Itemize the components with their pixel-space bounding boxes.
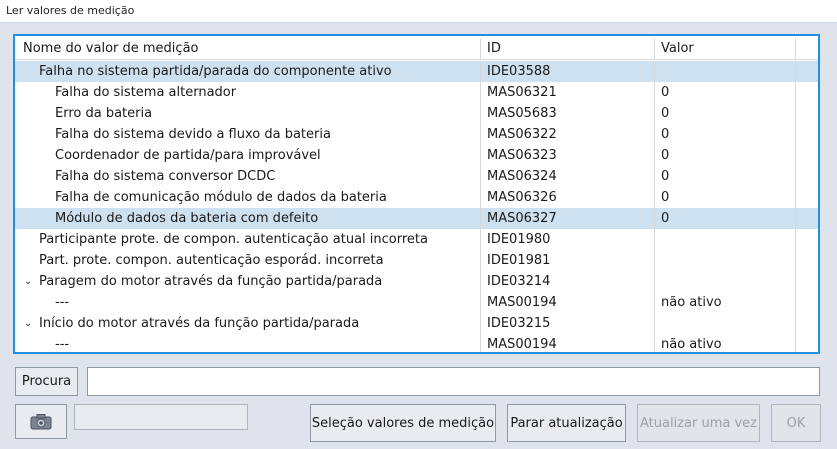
row-id: IDE03588 [481, 61, 655, 82]
table-row[interactable]: Part. prote. compon. autenticação esporá… [15, 250, 818, 271]
row-name: Falha do sistema conversor DCDC [55, 169, 276, 184]
column-header-id[interactable]: ID [481, 38, 655, 59]
table-row[interactable]: Falha de comunicação módulo de dados da … [15, 187, 818, 208]
row-name: Paragem do motor através da função parti… [39, 274, 383, 289]
table-row[interactable]: Módulo de dados da bateria com defeito M… [15, 208, 818, 229]
row-id: MAS06321 [481, 82, 655, 103]
row-name: Coordenador de partida/para improvável [55, 148, 321, 163]
column-header-value[interactable]: Valor [655, 38, 796, 59]
column-header-filler [796, 38, 818, 59]
chevron-down-icon[interactable]: ⌄ [24, 271, 32, 292]
row-name: Início do motor através da função partid… [39, 316, 360, 331]
row-id: MAS00194 [481, 292, 655, 313]
table-row[interactable]: Coordenador de partida/para improvável M… [15, 145, 818, 166]
row-id: MAS06323 [481, 145, 655, 166]
row-id: MAS06324 [481, 166, 655, 187]
stop-update-button[interactable]: Parar atualização [507, 404, 626, 442]
row-name: Falha do sistema devido a fluxo da bater… [55, 127, 331, 142]
row-id: IDE03214 [481, 271, 655, 292]
row-name: Falha de comunicação módulo de dados da … [55, 190, 387, 205]
row-value: 0 [655, 103, 796, 124]
row-id: MAS05683 [481, 103, 655, 124]
row-name: Participante prote. de compon. autentica… [39, 232, 428, 247]
table-row[interactable]: Erro da bateria MAS05683 0 [15, 103, 818, 124]
row-value: 0 [655, 166, 796, 187]
row-name: --- [55, 295, 70, 310]
update-once-button[interactable]: Atualizar uma vez [637, 404, 760, 442]
window-titlebar: Ler valores de medição [0, 0, 837, 23]
table-row[interactable]: Falha do sistema alternador MAS06321 0 [15, 82, 818, 103]
row-id: MAS06326 [481, 187, 655, 208]
row-value: não ativo [655, 292, 796, 313]
row-value: 0 [655, 82, 796, 103]
column-header-name[interactable]: Nome do valor de medição [15, 38, 481, 59]
chevron-down-icon[interactable]: ⌄ [24, 313, 32, 334]
row-id: IDE03215 [481, 313, 655, 334]
row-name: --- [55, 337, 70, 352]
row-id: MAS06327 [481, 208, 655, 229]
row-value [655, 250, 796, 271]
row-name: Part. prote. compon. autenticação esporá… [39, 253, 384, 268]
ok-button[interactable]: OK [771, 404, 821, 442]
table-row[interactable]: --- MAS00194 não ativo [15, 292, 818, 313]
table-row[interactable]: Participante prote. de compon. autentica… [15, 229, 818, 250]
row-id: IDE01980 [481, 229, 655, 250]
search-input[interactable] [87, 367, 820, 396]
row-name: Falha do sistema alternador [55, 85, 237, 100]
table-row[interactable]: --- MAS00194 não ativo [15, 334, 818, 352]
window-title: Ler valores de medição [6, 4, 135, 17]
table-row[interactable]: Falha no sistema partida/parada do compo… [15, 61, 818, 82]
row-id: IDE01981 [481, 250, 655, 271]
row-value [655, 313, 796, 334]
status-field [74, 404, 248, 430]
row-value: 0 [655, 124, 796, 145]
row-value [655, 61, 796, 82]
row-value [655, 271, 796, 292]
row-value: 0 [655, 208, 796, 229]
row-id: MAS00194 [481, 334, 655, 352]
row-value [655, 229, 796, 250]
row-value: não ativo [655, 334, 796, 352]
table-row[interactable]: Falha do sistema conversor DCDC MAS06324… [15, 166, 818, 187]
table-row[interactable]: Falha do sistema devido a fluxo da bater… [15, 124, 818, 145]
row-value: 0 [655, 145, 796, 166]
row-name: Módulo de dados da bateria com defeito [55, 211, 319, 226]
camera-icon [30, 413, 52, 429]
table-row[interactable]: ⌄ Início do motor através da função part… [15, 313, 818, 334]
row-value: 0 [655, 187, 796, 208]
row-id: MAS06322 [481, 124, 655, 145]
search-button[interactable]: Procura [15, 367, 78, 396]
table-row[interactable]: ⌄ Paragem do motor através da função par… [15, 271, 818, 292]
row-name: Erro da bateria [55, 106, 153, 121]
measurement-values-table: Nome do valor de medição ID Valor Falha … [13, 34, 820, 354]
table-header: Nome do valor de medição ID Valor [15, 38, 818, 60]
camera-button[interactable] [15, 404, 67, 439]
select-measurement-values-button[interactable]: Seleção valores de medição [310, 404, 496, 442]
row-name: Falha no sistema partida/parada do compo… [39, 64, 392, 79]
